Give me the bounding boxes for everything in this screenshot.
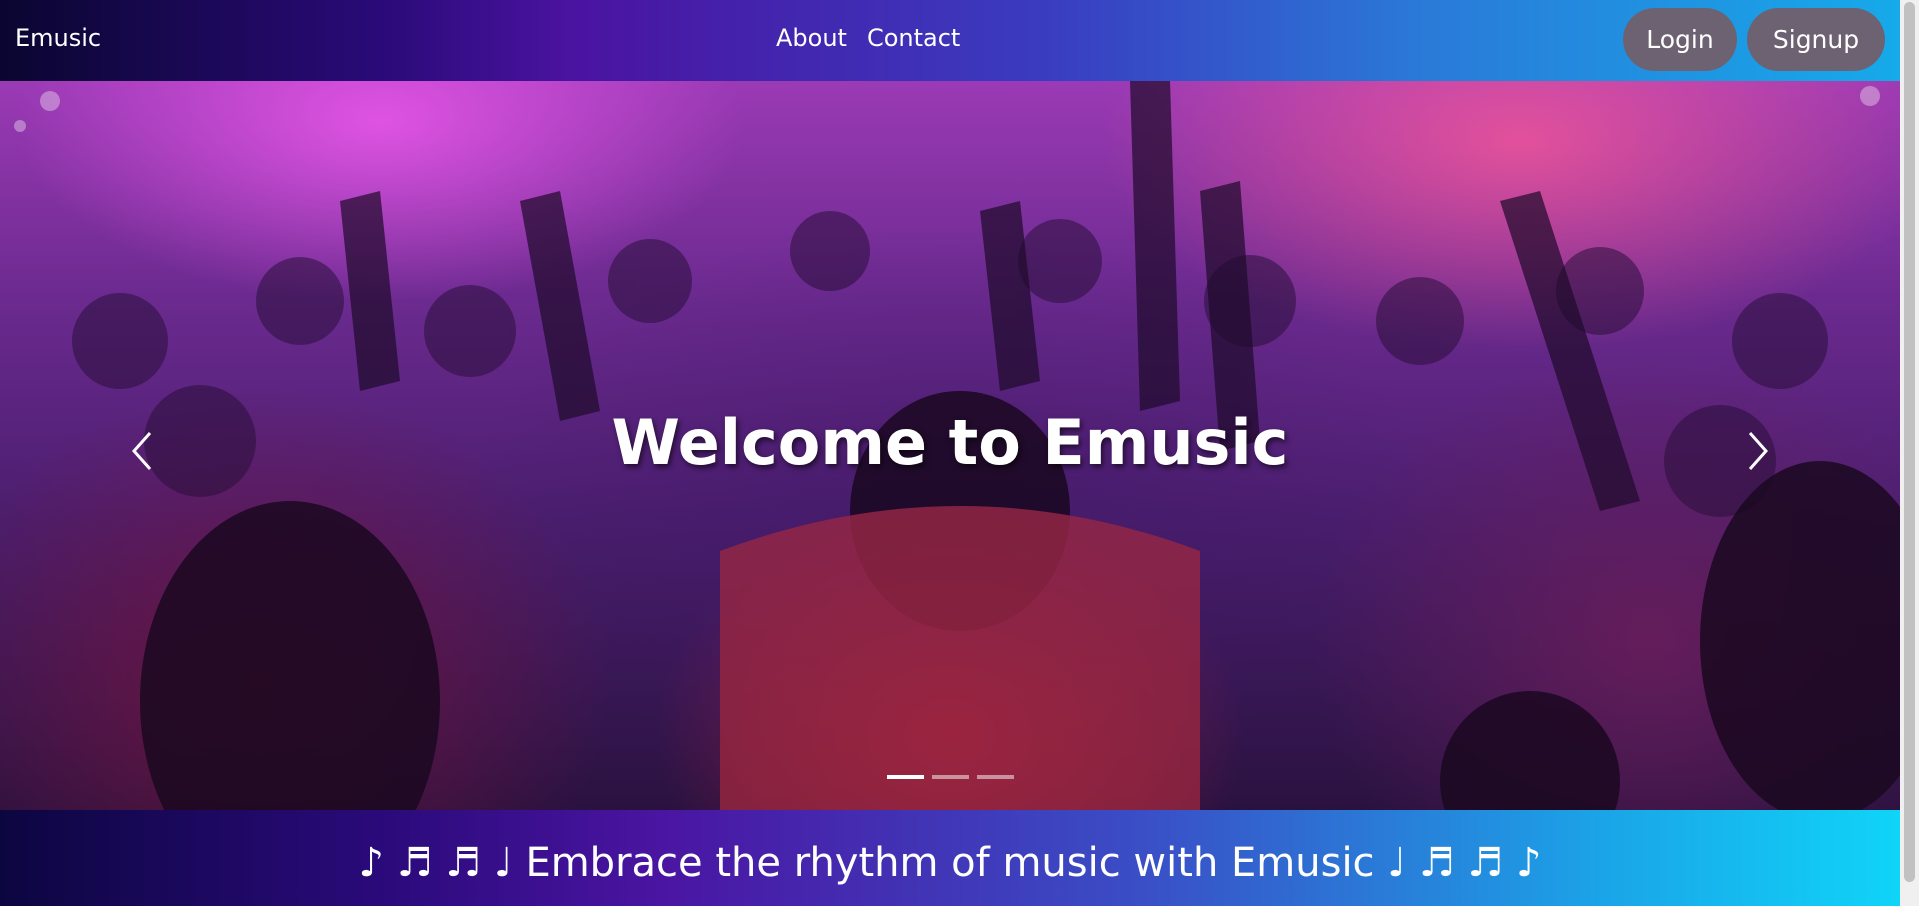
tagline-text: ♪ ♬ ♬ ♩ Embrace the rhythm of music with… (358, 840, 1542, 886)
tagline-bar: ♪ ♬ ♬ ♩ Embrace the rhythm of music with… (0, 810, 1900, 906)
carousel-indicator-2[interactable] (932, 775, 969, 779)
carousel-indicators (887, 775, 1014, 779)
carousel-prev-button[interactable] (122, 421, 162, 481)
carousel-indicator-3[interactable] (977, 775, 1014, 779)
chevron-right-icon (1748, 432, 1769, 470)
page: Emusic About Contact Login Signup Welcom… (0, 0, 1900, 906)
navbar: Emusic About Contact Login Signup (0, 0, 1900, 81)
chevron-left-icon (131, 432, 152, 470)
nav-link-contact[interactable]: Contact (867, 24, 960, 52)
scrollbar-thumb[interactable] (1904, 2, 1915, 882)
carousel-indicator-1[interactable] (887, 775, 924, 779)
hero-carousel: Welcome to Emusic (0, 81, 1900, 810)
page-scrollbar[interactable] (1900, 0, 1919, 906)
carousel-next-button[interactable] (1738, 421, 1778, 481)
brand-logo[interactable]: Emusic (15, 24, 101, 52)
nav-links: About Contact (776, 24, 960, 52)
nav-link-about[interactable]: About (776, 24, 847, 52)
hero-title: Welcome to Emusic (611, 406, 1289, 479)
login-button[interactable]: Login (1623, 8, 1737, 71)
signup-button[interactable]: Signup (1747, 8, 1885, 71)
